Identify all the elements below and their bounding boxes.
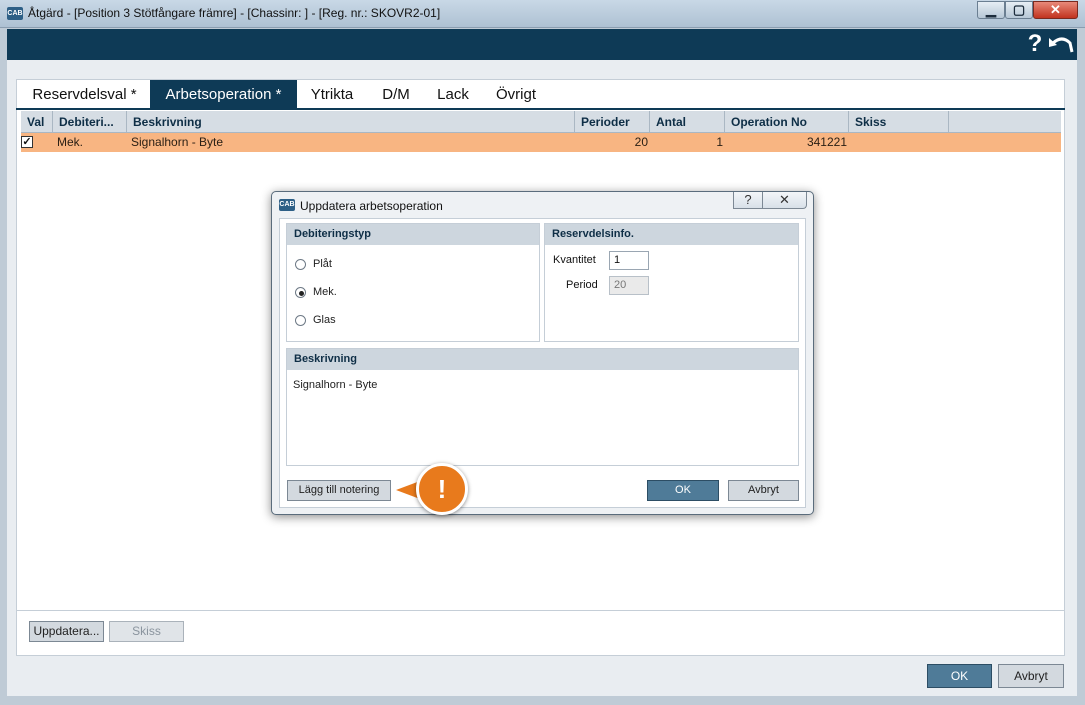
help-icon[interactable]: ? <box>1025 30 1045 58</box>
kvantitet-field[interactable]: 1 <box>609 251 649 270</box>
cell-antal: 1 <box>716 135 723 149</box>
close-window-button[interactable]: ✕ <box>1033 1 1078 19</box>
dialog-close-button[interactable]: ✕ <box>763 192 807 209</box>
separator <box>16 610 1065 611</box>
column-header-val[interactable]: Val <box>21 111 53 133</box>
period-label: Period <box>566 279 598 291</box>
radio-label-mek[interactable]: Mek. <box>313 286 337 298</box>
radio-plat[interactable] <box>295 259 306 270</box>
exclamation-icon: ! <box>416 463 468 515</box>
tab-underline <box>16 108 1065 110</box>
tab-reservdelsval[interactable]: Reservdelsval * <box>23 80 146 109</box>
header-bar <box>7 29 1077 60</box>
minimize-icon: ▁ <box>986 2 996 17</box>
column-header-debitering[interactable]: Debiteri... <box>53 111 127 133</box>
skiss-button[interactable]: Skiss <box>109 621 184 642</box>
app-logo-icon: CAB <box>7 7 23 20</box>
dialog-ok-button[interactable]: OK <box>647 480 719 501</box>
cell-perioder: 20 <box>634 135 648 149</box>
kvantitet-label: Kvantitet <box>553 254 596 266</box>
cell-debitering: Mek. <box>57 135 84 149</box>
dialog-help-button[interactable]: ? <box>733 192 763 209</box>
tab-lack[interactable]: Lack <box>430 80 476 109</box>
ok-button[interactable]: OK <box>927 664 992 688</box>
cell-operation-no: 341221 <box>806 135 847 149</box>
radio-mek[interactable] <box>295 287 306 298</box>
tab-arbetsoperation[interactable]: Arbetsoperation * <box>150 80 297 109</box>
close-icon: ✕ <box>779 192 790 207</box>
column-header-skiss[interactable]: Skiss <box>849 111 949 133</box>
beskrivning-text[interactable]: Signalhorn - Byte <box>293 379 377 391</box>
beskrivning-section: Beskrivning <box>286 348 799 466</box>
radio-glas[interactable] <box>295 315 306 326</box>
undo-arrow-icon[interactable] <box>1048 34 1076 56</box>
radio-label-plat[interactable]: Plåt <box>313 258 332 270</box>
cell-beskrivning: Signalhorn - Byte <box>131 135 224 149</box>
add-note-button[interactable]: Lägg till notering <box>287 480 391 501</box>
close-icon: ✕ <box>1050 2 1061 17</box>
maximize-button[interactable]: ▢ <box>1005 1 1033 19</box>
column-header-beskrivning[interactable]: Beskrivning <box>127 111 575 133</box>
maximize-icon: ▢ <box>1012 2 1026 17</box>
dialog-avbryt-button[interactable]: Avbryt <box>728 480 799 501</box>
tab-ytrikta[interactable]: Ytrikta <box>302 80 362 109</box>
minimize-button[interactable]: ▁ <box>977 1 1005 19</box>
beskrivning-header: Beskrivning <box>287 349 798 370</box>
window-title: Åtgärd - [Position 3 Stötfångare främre]… <box>28 6 441 20</box>
dialog-title: Uppdatera arbetsoperation <box>300 199 443 213</box>
avbryt-button[interactable]: Avbryt <box>998 664 1064 688</box>
column-header-perioder[interactable]: Perioder <box>575 111 650 133</box>
reservdelsinfo-header: Reservdelsinfo. <box>545 224 798 245</box>
row-checkbox[interactable]: ✓ <box>21 136 33 148</box>
tab-dm[interactable]: D/M <box>370 80 422 109</box>
period-field: 20 <box>609 276 649 295</box>
tab-ovrigt[interactable]: Övrigt <box>487 80 545 109</box>
column-header-antal[interactable]: Antal <box>650 111 725 133</box>
dialog-logo-icon: CAB <box>279 199 295 211</box>
radio-label-glas[interactable]: Glas <box>313 314 336 326</box>
uppdatera-button[interactable]: Uppdatera... <box>29 621 104 642</box>
column-header-operation-no[interactable]: Operation No <box>725 111 849 133</box>
debiteringstyp-header: Debiteringstyp <box>287 224 539 245</box>
